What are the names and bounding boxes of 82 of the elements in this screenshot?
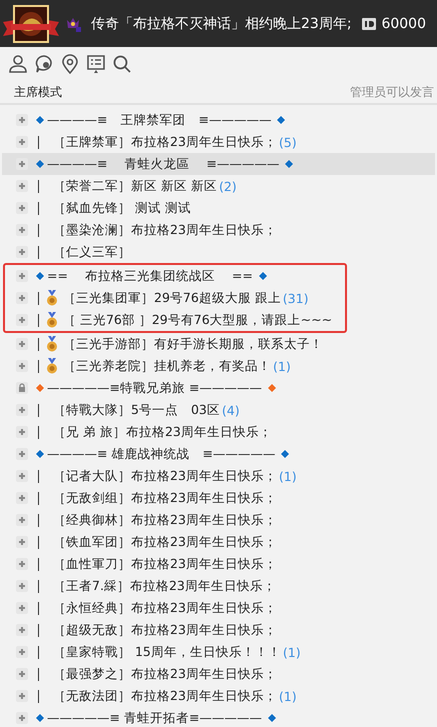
- user-icon[interactable]: [8, 54, 28, 74]
- member-count: (1): [278, 468, 297, 484]
- expand-icon[interactable]: [16, 624, 28, 636]
- diamond-icon: [285, 160, 294, 168]
- channel-name[interactable]: ［无敌法团］布拉格23周年生日快乐；: [53, 688, 277, 704]
- member-count: (5): [278, 134, 297, 150]
- channel-name[interactable]: ［铁血军团］布拉格23周年生日快乐；: [53, 534, 277, 550]
- expand-icon[interactable]: [16, 136, 28, 148]
- member-count: (1): [273, 358, 291, 374]
- channel-name[interactable]: ［弑血先锋］ 测试 测试: [53, 200, 191, 216]
- channel-name[interactable]: ［三光手游部］有好手游长期服，联系太子！: [63, 336, 323, 352]
- channel-name[interactable]: ［三光养老院］挂机养老，有奖品！: [63, 358, 271, 374]
- expand-icon[interactable]: [16, 338, 28, 350]
- channel-name[interactable]: ［三光集团軍］29号76超级大服 跟上: [63, 290, 281, 306]
- expand-icon[interactable]: [16, 180, 28, 192]
- crown-badge-icon: [65, 16, 81, 32]
- channel-name[interactable]: ［永恒经典］布拉格23周年生日快乐；: [53, 600, 277, 616]
- board-icon[interactable]: [86, 54, 106, 74]
- expand-icon[interactable]: [16, 514, 28, 526]
- channel-name[interactable]: ［ 三光76部 ］29号有76大型服，请跟上~~~: [63, 312, 332, 328]
- mode-label: 主席模式: [14, 84, 62, 100]
- channel-name[interactable]: ［皇家特戰］ 15周年，生日快乐！！！: [53, 644, 281, 660]
- expand-icon[interactable]: [16, 426, 28, 438]
- expand-icon[interactable]: [16, 536, 28, 548]
- expand-icon[interactable]: [16, 492, 28, 504]
- diamond-icon: [277, 116, 286, 124]
- category-title[interactable]: ————≡ 雄鹿战神统战 ≡—————: [47, 446, 276, 462]
- member-count: (4): [222, 402, 240, 418]
- expand-icon[interactable]: [16, 558, 28, 570]
- channel-name[interactable]: ［无敌剑组］布拉格23周年生日快乐；: [53, 490, 277, 506]
- channel-name[interactable]: ［王牌禁軍］布拉格23周年生日快乐；: [53, 134, 277, 150]
- expand-icon[interactable]: [16, 668, 28, 680]
- expand-icon[interactable]: [16, 246, 28, 258]
- member-count: (1): [278, 688, 297, 704]
- expand-icon[interactable]: [16, 448, 28, 460]
- location-pin-icon[interactable]: [60, 54, 80, 74]
- expand-icon[interactable]: [16, 224, 28, 236]
- channel-name[interactable]: ［墨染沧澜］布拉格23周年生日快乐；: [53, 222, 277, 238]
- expand-icon[interactable]: [16, 314, 28, 326]
- channel-name[interactable]: ［仁义三军］: [53, 244, 131, 260]
- expand-icon[interactable]: [16, 202, 28, 214]
- channel-name[interactable]: ［特戰大隊］5号一点 03区: [53, 402, 220, 418]
- expand-icon[interactable]: [16, 360, 28, 372]
- channel-name[interactable]: ［记者大队］布拉格23周年生日快乐；: [53, 468, 277, 484]
- member-count: (1): [282, 644, 301, 660]
- channel-name[interactable]: ［兄 弟 旅］布拉格23周年生日快乐；: [53, 424, 272, 440]
- member-count: (2): [218, 178, 237, 194]
- channel-name[interactable]: ［经典御林］布拉格23周年生日快乐；: [53, 512, 277, 528]
- expand-icon[interactable]: [16, 404, 28, 416]
- channel-title: 传奇「布拉格不灭神话」相约晚上23周年;: [91, 14, 353, 32]
- category-title[interactable]: —————≡ 青蛙开拓者≡—————: [47, 710, 262, 726]
- diamond-icon: [281, 450, 290, 458]
- selected-row[interactable]: ————≡ 青蛙火龙區 ≡—————: [2, 153, 435, 175]
- channel-name[interactable]: ［最强梦之］布拉格23周年生日快乐；: [53, 666, 277, 682]
- category-title[interactable]: —————≡特戰兄弟旅 ≡—————: [47, 380, 262, 396]
- expand-icon[interactable]: [16, 690, 28, 702]
- search-icon[interactable]: [112, 54, 132, 74]
- id-number: 60000: [381, 16, 426, 32]
- expand-icon[interactable]: [16, 602, 28, 614]
- expand-icon[interactable]: [16, 270, 28, 282]
- lock-icon[interactable]: [16, 382, 28, 394]
- channel-name[interactable]: ［血性軍刀］布拉格23周年生日快乐；: [53, 556, 277, 572]
- category-title[interactable]: == 布拉格三光集团统战区 ==: [47, 268, 253, 284]
- speaking-notice: 管理员可以发言: [350, 84, 434, 100]
- id-icon: [362, 18, 376, 30]
- channel-name[interactable]: ［超级无敌］布拉格23周年生日快乐；: [53, 622, 277, 638]
- member-count: (31): [282, 290, 308, 306]
- expand-icon[interactable]: [16, 646, 28, 658]
- diamond-icon: [258, 272, 267, 280]
- category-title[interactable]: ————≡ 王牌禁军团 ≡—————: [47, 112, 272, 128]
- chat-icon[interactable]: [34, 54, 54, 74]
- category-title[interactable]: ————≡ 青蛙火龙區 ≡—————: [47, 156, 280, 172]
- diamond-icon: [268, 384, 276, 392]
- expand-icon[interactable]: [16, 114, 28, 126]
- diamond-icon: [268, 714, 276, 722]
- expand-icon[interactable]: [16, 158, 28, 170]
- expand-icon[interactable]: [16, 470, 28, 482]
- channel-name[interactable]: ［王者7.綵］布拉格23周年生日快乐；: [53, 578, 276, 594]
- expand-icon[interactable]: [16, 580, 28, 592]
- channel-name[interactable]: ［荣誉二军］新区 新区 新区: [53, 178, 217, 194]
- expand-icon[interactable]: [16, 712, 28, 724]
- expand-icon[interactable]: [16, 292, 28, 304]
